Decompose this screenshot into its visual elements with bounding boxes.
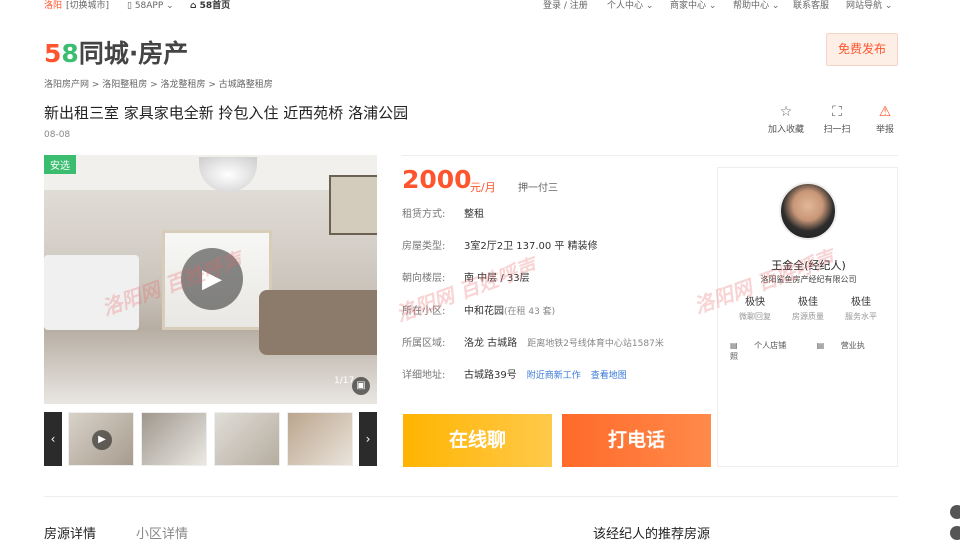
star-icon: ☆ bbox=[779, 104, 793, 120]
divider bbox=[402, 155, 898, 156]
top-bar: 洛阳 [切换城市] ▯ 58APP ⌄ ⌂ 58首页 登录 / 注册 个人中心 … bbox=[0, 0, 960, 12]
thumbnail[interactable] bbox=[214, 412, 280, 466]
chevron-down-icon: ⌄ bbox=[769, 1, 780, 11]
chevron-down-icon: ⌄ bbox=[882, 1, 893, 11]
home-link[interactable]: ⌂ 58首页 bbox=[190, 0, 230, 12]
post-date: 08-08 bbox=[44, 130, 71, 140]
current-city[interactable]: 洛阳 bbox=[44, 0, 62, 12]
site-nav-menu[interactable]: 网站导航 ⌄ bbox=[846, 0, 892, 12]
avatar[interactable] bbox=[779, 182, 837, 240]
prev-arrow-icon[interactable]: ‹ bbox=[44, 412, 62, 466]
thumbnail[interactable] bbox=[287, 412, 353, 466]
chevron-down-icon: ⌄ bbox=[643, 1, 654, 11]
site-logo[interactable]: 58同城·房产 bbox=[44, 34, 188, 70]
next-arrow-icon[interactable]: › bbox=[359, 412, 377, 466]
breadcrumb[interactable]: 洛阳房产网 > 洛阳整租房 > 洛龙整租房 > 古城路整租房 bbox=[44, 77, 273, 90]
chevron-down-icon: ⌄ bbox=[706, 1, 717, 11]
community-link[interactable]: 中和花园 bbox=[464, 306, 504, 317]
painting bbox=[329, 175, 377, 235]
switch-city-link[interactable]: [切换城市] bbox=[66, 0, 109, 12]
nearby-jobs-link[interactable]: 附近商新工作 bbox=[527, 371, 581, 381]
call-button[interactable]: 打电话 bbox=[562, 414, 711, 467]
gallery-icon[interactable]: ▣ bbox=[352, 377, 370, 395]
shop-icon: ▤ bbox=[730, 341, 741, 350]
play-icon: ▶ bbox=[92, 430, 112, 450]
license-icon: ▤ bbox=[816, 341, 827, 350]
page-title: 新出租三室 家具家电全新 拎包入住 近西苑桥 洛浦公园 bbox=[44, 104, 409, 122]
payment-terms: 押一付三 bbox=[518, 183, 558, 194]
app-link[interactable]: ▯ 58APP ⌄ bbox=[127, 0, 174, 12]
online-chat-button[interactable]: 在线聊 bbox=[403, 414, 552, 467]
personal-center-menu[interactable]: 个人中心 ⌄ bbox=[607, 0, 653, 12]
stat-service: 极佳 服务水平 bbox=[845, 297, 877, 321]
chevron-down-icon: ⌄ bbox=[163, 1, 174, 11]
sofa bbox=[259, 290, 377, 355]
side-float-icon[interactable] bbox=[950, 505, 960, 519]
stat-quality: 极佳 房源质量 bbox=[792, 297, 824, 321]
house-icon: ⌂ bbox=[190, 1, 200, 11]
verified-badge: 安选 bbox=[44, 155, 76, 174]
scan-icon: ⛶ bbox=[832, 104, 842, 120]
personal-shop-link[interactable]: ▤ 个人店铺 bbox=[730, 341, 800, 350]
subway-distance: 距离地铁2号线体育中心站1587米 bbox=[527, 339, 664, 349]
merchant-center-menu[interactable]: 商家中心 ⌄ bbox=[670, 0, 716, 12]
free-publish-button[interactable]: 免费发布 bbox=[826, 33, 898, 66]
rental-count: (在租 43 套) bbox=[504, 307, 556, 317]
scan-button[interactable]: ⛶ 扫一扫 bbox=[817, 104, 857, 135]
report-button[interactable]: ⚠ 举报 bbox=[865, 104, 905, 135]
favorite-button[interactable]: ☆ 加入收藏 bbox=[766, 104, 806, 135]
tab-community-details[interactable]: 小区详情 bbox=[136, 523, 188, 542]
agent-card: 王金全(经纪人) 洛阳鲨鱼房产经纪有限公司 极快 微聊回复 极佳 房源质量 极佳 服务… bbox=[717, 167, 898, 467]
price-value: 2000 bbox=[402, 165, 472, 194]
price-unit: 元/月 bbox=[470, 181, 496, 194]
alarm-icon: ⚠ bbox=[878, 104, 892, 120]
thumbnail[interactable]: ▶ bbox=[68, 412, 134, 466]
phone-icon: ▯ bbox=[127, 1, 135, 11]
thumbnail[interactable] bbox=[141, 412, 207, 466]
section-divider bbox=[44, 496, 898, 497]
view-map-link[interactable]: 查看地图 bbox=[591, 371, 627, 381]
help-center-menu[interactable]: 帮助中心 ⌄ bbox=[733, 0, 779, 12]
login-link[interactable]: 登录 / 注册 bbox=[543, 0, 588, 12]
tab-house-details[interactable]: 房源详情 bbox=[44, 523, 96, 542]
recommend-heading: 该经纪人的推荐房源 bbox=[593, 527, 711, 542]
contact-service-link[interactable]: 联系客服 bbox=[793, 0, 829, 12]
area-link[interactable]: 洛龙 古城路 bbox=[464, 338, 517, 349]
side-float-icon[interactable] bbox=[950, 526, 960, 540]
agent-links: ▤ 个人店铺 ▤ 营业执照 bbox=[730, 340, 897, 362]
